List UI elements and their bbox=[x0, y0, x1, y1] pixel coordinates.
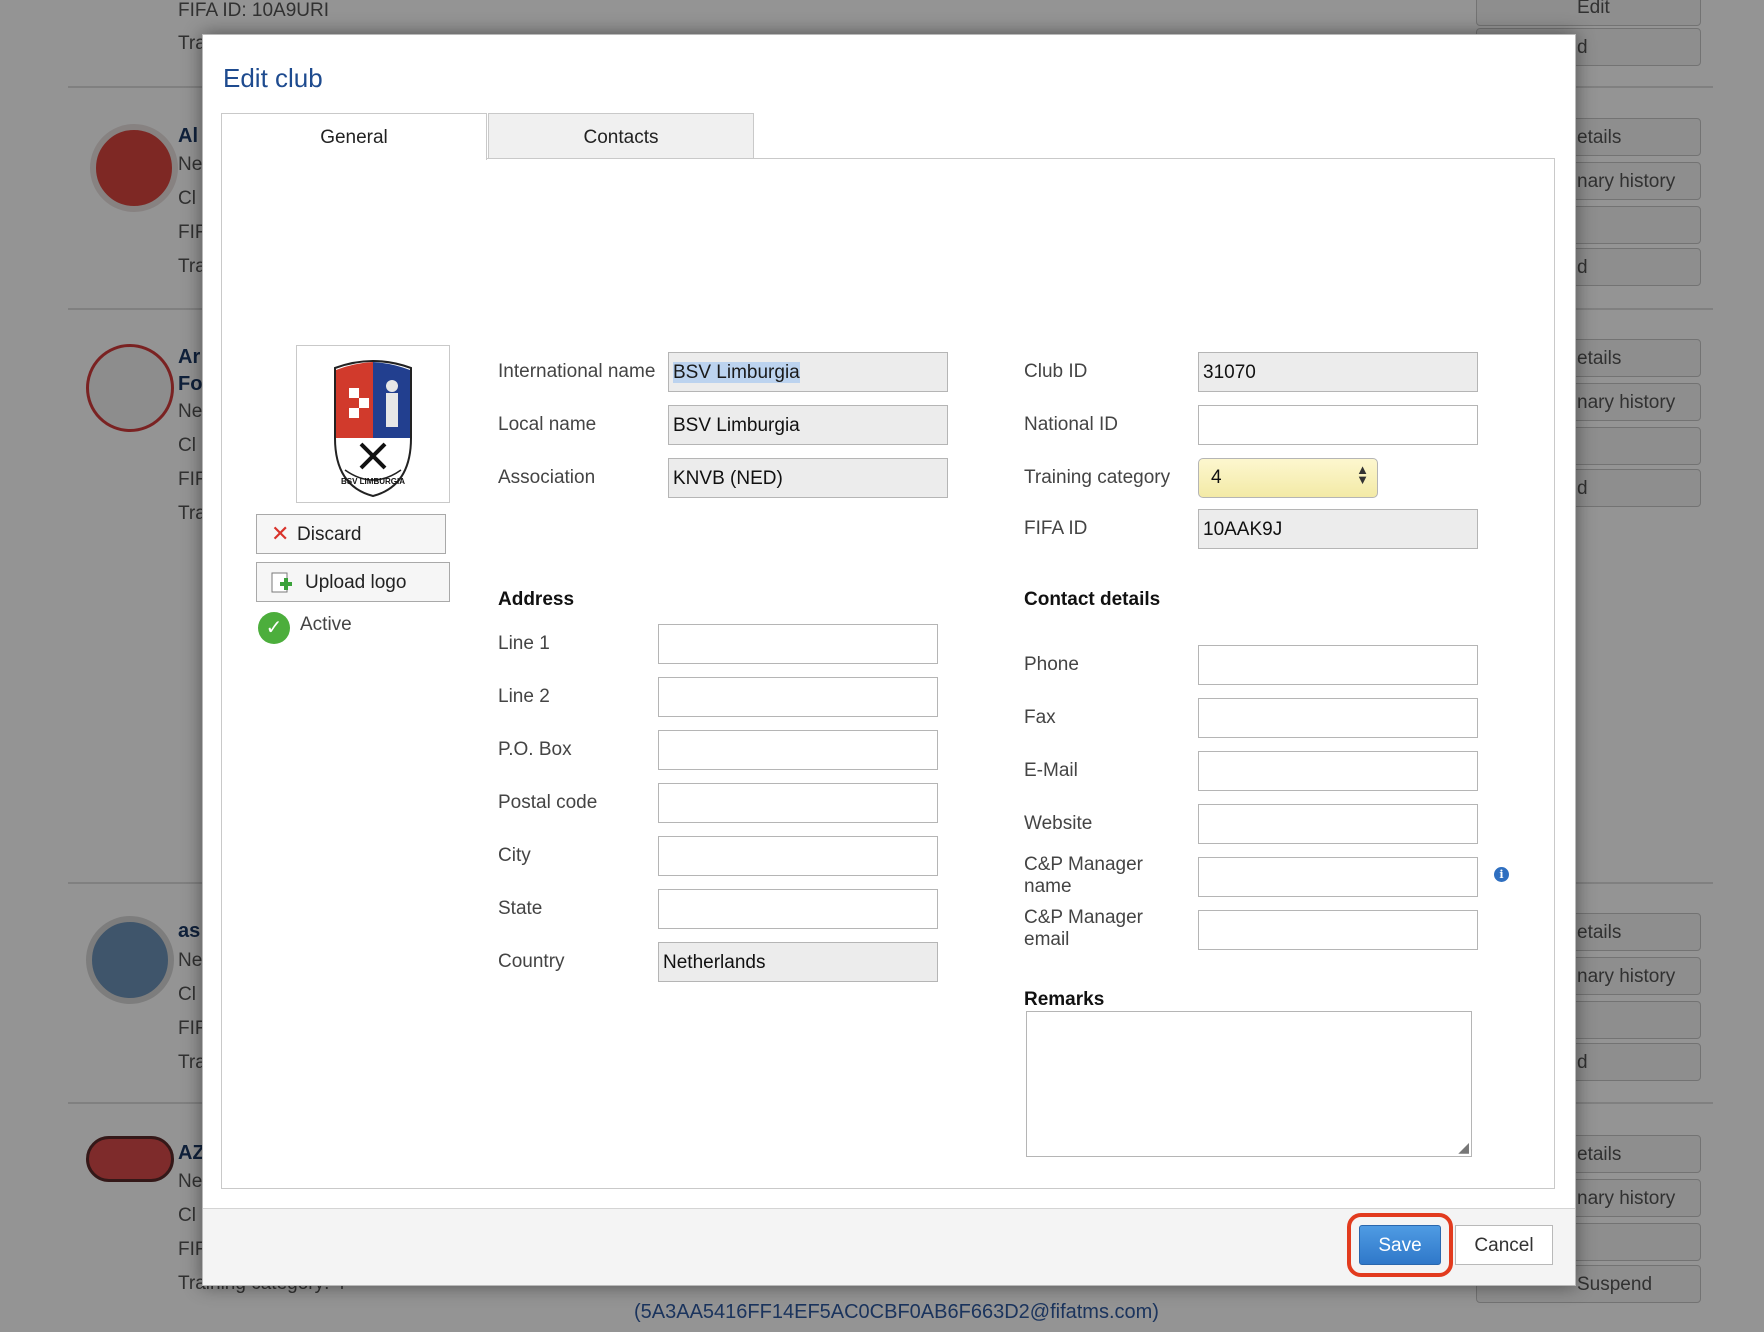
upload-logo-label: Upload logo bbox=[305, 572, 407, 593]
active-check-icon: ✓ bbox=[258, 612, 290, 644]
international-name-label: International name bbox=[498, 361, 656, 382]
association-label: Association bbox=[498, 467, 596, 488]
club-id-label: Club ID bbox=[1024, 361, 1088, 382]
address-heading: Address bbox=[498, 589, 575, 610]
phone-label: Phone bbox=[1024, 654, 1079, 675]
country-label: Country bbox=[498, 951, 565, 972]
remarks-heading: Remarks bbox=[1024, 989, 1105, 1010]
resize-handle-icon[interactable]: ◢ bbox=[1458, 1139, 1469, 1156]
postal-code-label: Postal code bbox=[498, 792, 598, 813]
national-id-label: National ID bbox=[1024, 414, 1118, 435]
general-tab-panel: BSV LIMBURGIA ✕ Discard Upload logo ✓ Ac… bbox=[221, 158, 1555, 1189]
line1-label: Line 1 bbox=[498, 633, 550, 654]
association-input[interactable]: KNVB (NED) bbox=[668, 458, 948, 498]
club-logo-frame: BSV LIMBURGIA bbox=[296, 345, 450, 503]
club-logo: BSV LIMBURGIA bbox=[334, 360, 412, 498]
discard-x-icon: ✕ bbox=[271, 521, 290, 546]
local-name-label: Local name bbox=[498, 414, 597, 435]
cancel-button[interactable]: Cancel bbox=[1455, 1225, 1553, 1265]
local-name-input[interactable]: BSV Limburgia bbox=[668, 405, 948, 445]
upload-logo-icon bbox=[271, 572, 292, 593]
select-arrows-icon: ▲ ▼ bbox=[1356, 462, 1369, 487]
postal-code-input[interactable] bbox=[658, 783, 938, 823]
edit-club-dialog: Edit club General Contacts BSV LIMBURGIA… bbox=[202, 34, 1576, 1286]
save-highlight-annotation bbox=[1347, 1213, 1453, 1277]
dialog-title: Edit club bbox=[223, 63, 323, 93]
tab-contacts[interactable]: Contacts bbox=[488, 113, 754, 159]
national-id-input[interactable] bbox=[1198, 405, 1478, 445]
po-box-label: P.O. Box bbox=[498, 739, 572, 760]
training-category-label: Training category bbox=[1024, 467, 1171, 488]
cp-manager-name-label: C&P Manager bbox=[1024, 854, 1143, 875]
discard-button[interactable]: ✕ Discard bbox=[256, 514, 446, 554]
phone-input[interactable] bbox=[1198, 645, 1478, 685]
line2-input[interactable] bbox=[658, 677, 938, 717]
club-id-input[interactable]: 31070 bbox=[1198, 352, 1478, 392]
cp-manager-email-input[interactable] bbox=[1198, 910, 1478, 950]
fax-label: Fax bbox=[1024, 707, 1056, 728]
po-box-input[interactable] bbox=[658, 730, 938, 770]
cp-manager-name-input[interactable] bbox=[1198, 857, 1478, 897]
email-input[interactable] bbox=[1198, 751, 1478, 791]
line1-input[interactable] bbox=[658, 624, 938, 664]
cp-manager-name-label-2: name bbox=[1024, 876, 1072, 897]
fifa-id-label: FIFA ID bbox=[1024, 518, 1088, 539]
remarks-textarea[interactable]: ◢ bbox=[1026, 1011, 1472, 1157]
tab-general[interactable]: General bbox=[221, 113, 487, 160]
active-label: Active bbox=[300, 614, 352, 635]
city-input[interactable] bbox=[658, 836, 938, 876]
fax-input[interactable] bbox=[1198, 698, 1478, 738]
website-label: Website bbox=[1024, 813, 1093, 834]
contact-details-heading: Contact details bbox=[1024, 589, 1161, 610]
training-category-select[interactable]: 4 ▲ ▼ bbox=[1198, 458, 1378, 498]
upload-logo-button[interactable]: Upload logo bbox=[256, 562, 450, 602]
state-input[interactable] bbox=[658, 889, 938, 929]
state-label: State bbox=[498, 898, 543, 919]
international-name-input[interactable]: BSV Limburgia bbox=[668, 352, 948, 392]
email-label: E-Mail bbox=[1024, 760, 1078, 781]
fifa-id-input[interactable]: 10AAK9J bbox=[1198, 509, 1478, 549]
cp-manager-email-label: C&P Manager bbox=[1024, 907, 1143, 928]
city-label: City bbox=[498, 845, 531, 866]
discard-label: Discard bbox=[297, 524, 362, 545]
info-icon[interactable]: i bbox=[1494, 867, 1509, 882]
cp-manager-email-label-2: email bbox=[1024, 929, 1070, 950]
line2-label: Line 2 bbox=[498, 686, 550, 707]
country-input[interactable]: Netherlands bbox=[658, 942, 938, 982]
svg-text:BSV LIMBURGIA: BSV LIMBURGIA bbox=[341, 477, 405, 486]
website-input[interactable] bbox=[1198, 804, 1478, 844]
